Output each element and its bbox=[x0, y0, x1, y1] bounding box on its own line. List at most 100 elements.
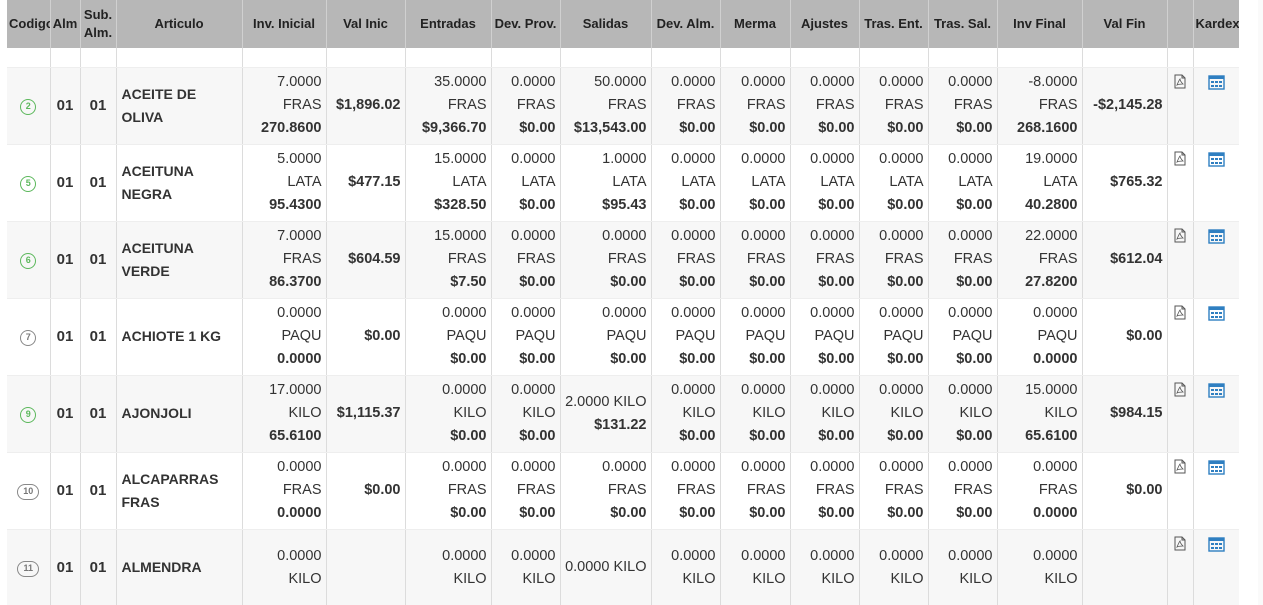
merma-cell-line: FRAS bbox=[746, 251, 786, 267]
salidas-cell-line: 0.0000 bbox=[602, 305, 647, 321]
ajustes-cell-line: $0.00 bbox=[795, 502, 854, 525]
code-badge[interactable]: 10 bbox=[17, 483, 40, 500]
tras-sal-cell-line: $0.00 bbox=[933, 117, 992, 140]
salidas-cell-line: 2.0000 KILO bbox=[565, 393, 647, 410]
calendar-icon[interactable] bbox=[1207, 382, 1225, 398]
entradas-cell: 15.0000 LATA $328.50 bbox=[405, 144, 492, 222]
tras-ent-cell-line: KILO bbox=[890, 570, 924, 587]
inv-inicial-cell-value: 65.6100 bbox=[269, 428, 322, 444]
pdf-file-icon[interactable] bbox=[1174, 305, 1186, 320]
table-row[interactable]: 2 01 01 ACEITE DE OLIVA 7.0000 FRAS 270.8600 $1… bbox=[7, 67, 1239, 145]
pdf-cell bbox=[1167, 298, 1194, 376]
salidas-cell: 0.0000 PAQU $0.00 bbox=[560, 298, 652, 376]
calendar-icon[interactable] bbox=[1207, 536, 1225, 552]
header-dev-alm[interactable]: Dev. Alm. bbox=[651, 0, 721, 48]
dev-prov-cell-value: $0.00 bbox=[519, 428, 556, 444]
entradas-cell-line: 15.0000 bbox=[434, 228, 487, 244]
salidas-cell-value: $131.22 bbox=[594, 416, 647, 433]
header-codigo[interactable]: Codigo bbox=[7, 0, 51, 48]
code-badge[interactable]: 6 bbox=[20, 252, 37, 269]
calendar-icon[interactable] bbox=[1207, 459, 1225, 475]
tras-sal-cell-line: 0.0000 bbox=[948, 151, 993, 167]
header-dev-prov[interactable]: Dev. Prov. bbox=[491, 0, 561, 48]
calendar-icon[interactable] bbox=[1207, 74, 1225, 90]
code-badge[interactable]: 5 bbox=[20, 175, 37, 192]
scrollbar[interactable] bbox=[1258, 0, 1263, 605]
table-row[interactable]: 9 01 01 AJONJOLI 17.0000 KILO 65.6100 $1,115.37… bbox=[7, 375, 1239, 453]
pdf-file-icon[interactable] bbox=[1174, 382, 1186, 397]
dev-alm-cell: 0.0000 KILO bbox=[651, 529, 721, 605]
header-val-inic[interactable]: Val Inic bbox=[326, 0, 406, 48]
header-alm[interactable]: Alm bbox=[50, 0, 81, 48]
header-ajustes[interactable]: Ajustes bbox=[790, 0, 860, 48]
inv-final-cell: 15.0000 KILO 65.6100 bbox=[997, 375, 1083, 453]
dev-prov-cell-line: 0.0000 bbox=[511, 305, 556, 321]
ajustes-cell: 0.0000 KILO $0.00 bbox=[790, 375, 860, 453]
calendar-icon[interactable] bbox=[1207, 228, 1225, 244]
dev-alm-cell-line: 0.0000 bbox=[671, 228, 716, 244]
header-articulo[interactable]: Articulo bbox=[116, 0, 243, 48]
dev-prov-cell-value: $0.00 bbox=[519, 120, 556, 136]
merma-cell-value: $0.00 bbox=[749, 428, 786, 444]
pdf-file-icon[interactable] bbox=[1174, 228, 1186, 243]
table-row[interactable]: 6 01 01 ACEITUNA VERDE 7.0000 FRAS 86.3700 $604… bbox=[7, 221, 1239, 299]
header-entradas[interactable]: Entradas bbox=[405, 0, 492, 48]
table-row[interactable]: 11 01 01 ALMENDRA 0.0000 KILO 0.0000 KILO 0.0000… bbox=[7, 529, 1239, 605]
header-tras-sal[interactable]: Tras. Sal. bbox=[928, 0, 998, 48]
code-badge[interactable]: 2 bbox=[20, 98, 37, 115]
inv-inicial-cell-value: 0.0000 bbox=[277, 505, 322, 521]
pdf-file-icon[interactable] bbox=[1174, 74, 1186, 89]
inv-final-cell-value: 0.0000 bbox=[1033, 351, 1078, 367]
inv-inicial-cell: 7.0000 FRAS 86.3700 bbox=[242, 221, 327, 299]
ajustes-cell-line: 0.0000 bbox=[810, 228, 855, 244]
header-merma[interactable]: Merma bbox=[720, 0, 791, 48]
tras-sal-cell-line: 0.0000 bbox=[948, 305, 993, 321]
tras-sal-cell-line: FRAS bbox=[953, 482, 993, 498]
code-badge[interactable]: 9 bbox=[20, 406, 37, 423]
dev-prov-cell: 0.0000 FRAS $0.00 bbox=[491, 452, 561, 530]
salidas-cell: 50.0000 FRAS $13,543.00 bbox=[560, 67, 652, 145]
inv-inicial-cell-line: 86.3700 bbox=[247, 271, 321, 294]
tras-sal-cell-value: $0.00 bbox=[956, 351, 993, 367]
inv-final-cell-line: 40.2800 bbox=[1002, 194, 1077, 217]
dev-prov-cell-value: $0.00 bbox=[519, 274, 556, 290]
tras-sal-cell: 0.0000 FRAS $0.00 bbox=[928, 452, 998, 530]
header-val-fin[interactable]: Val Fin bbox=[1082, 0, 1168, 48]
entradas-cell-line: 35.0000 bbox=[434, 74, 487, 90]
header-salidas[interactable]: Salidas bbox=[560, 0, 652, 48]
header-sub-alm[interactable]: Sub. Alm. bbox=[80, 0, 117, 48]
entradas-cell-value: $9,366.70 bbox=[421, 120, 487, 136]
tras-sal-cell-line: 0.0000 bbox=[948, 74, 993, 90]
calendar-icon[interactable] bbox=[1207, 151, 1225, 167]
pdf-file-icon[interactable] bbox=[1174, 151, 1186, 166]
table-row[interactable]: 7 01 01 ACHIOTE 1 KG 0.0000 PAQU 0.0000 $0.00 0.… bbox=[7, 298, 1239, 376]
pdf-cell bbox=[1167, 221, 1194, 299]
header-pdf bbox=[1167, 0, 1194, 48]
code-badge[interactable]: 7 bbox=[20, 329, 37, 346]
header-tras-ent[interactable]: Tras. Ent. bbox=[859, 0, 929, 48]
entradas-cell-line: $328.50 bbox=[410, 194, 486, 217]
salidas-cell-value: $13,543.00 bbox=[573, 120, 647, 136]
header-inv-final[interactable]: Inv Final bbox=[997, 0, 1083, 48]
entradas-cell-line: KILO bbox=[453, 570, 487, 587]
inv-inicial-cell: 0.0000 FRAS 0.0000 bbox=[242, 452, 327, 530]
header-inv-inicial[interactable]: Inv. Inicial bbox=[242, 0, 327, 48]
pdf-file-icon[interactable] bbox=[1174, 459, 1186, 474]
dev-prov-cell-line: 0.0000 bbox=[511, 74, 556, 90]
inv-final-cell-line: FRAS bbox=[1038, 482, 1078, 498]
merma-cell-line: 0.0000 bbox=[741, 228, 786, 244]
table-row[interactable]: 5 01 01 ACEITUNA NEGRA 5.0000 LATA 95.4300 $477… bbox=[7, 144, 1239, 222]
inv-inicial-cell-line: 270.8600 bbox=[247, 117, 321, 140]
code-badge[interactable]: 11 bbox=[17, 560, 40, 577]
val-fin-cell: $0.00 bbox=[1082, 452, 1168, 530]
inv-inicial-cell-line: FRAS bbox=[282, 97, 322, 113]
inv-final-cell-line: KILO bbox=[1044, 405, 1078, 421]
table-row[interactable]: 10 01 01 ALCAPARRAS FRAS 0.0000 FRAS 0.0000 $0.… bbox=[7, 452, 1239, 530]
inv-inicial-cell-line: 5.0000 bbox=[277, 151, 322, 167]
code-cell: 5 bbox=[7, 144, 51, 222]
dev-alm-cell-line: $0.00 bbox=[656, 194, 715, 217]
merma-cell: 0.0000 LATA $0.00 bbox=[720, 144, 791, 222]
pdf-file-icon[interactable] bbox=[1174, 536, 1186, 551]
entradas-cell-line: FRAS bbox=[447, 482, 487, 498]
calendar-icon[interactable] bbox=[1207, 305, 1225, 321]
